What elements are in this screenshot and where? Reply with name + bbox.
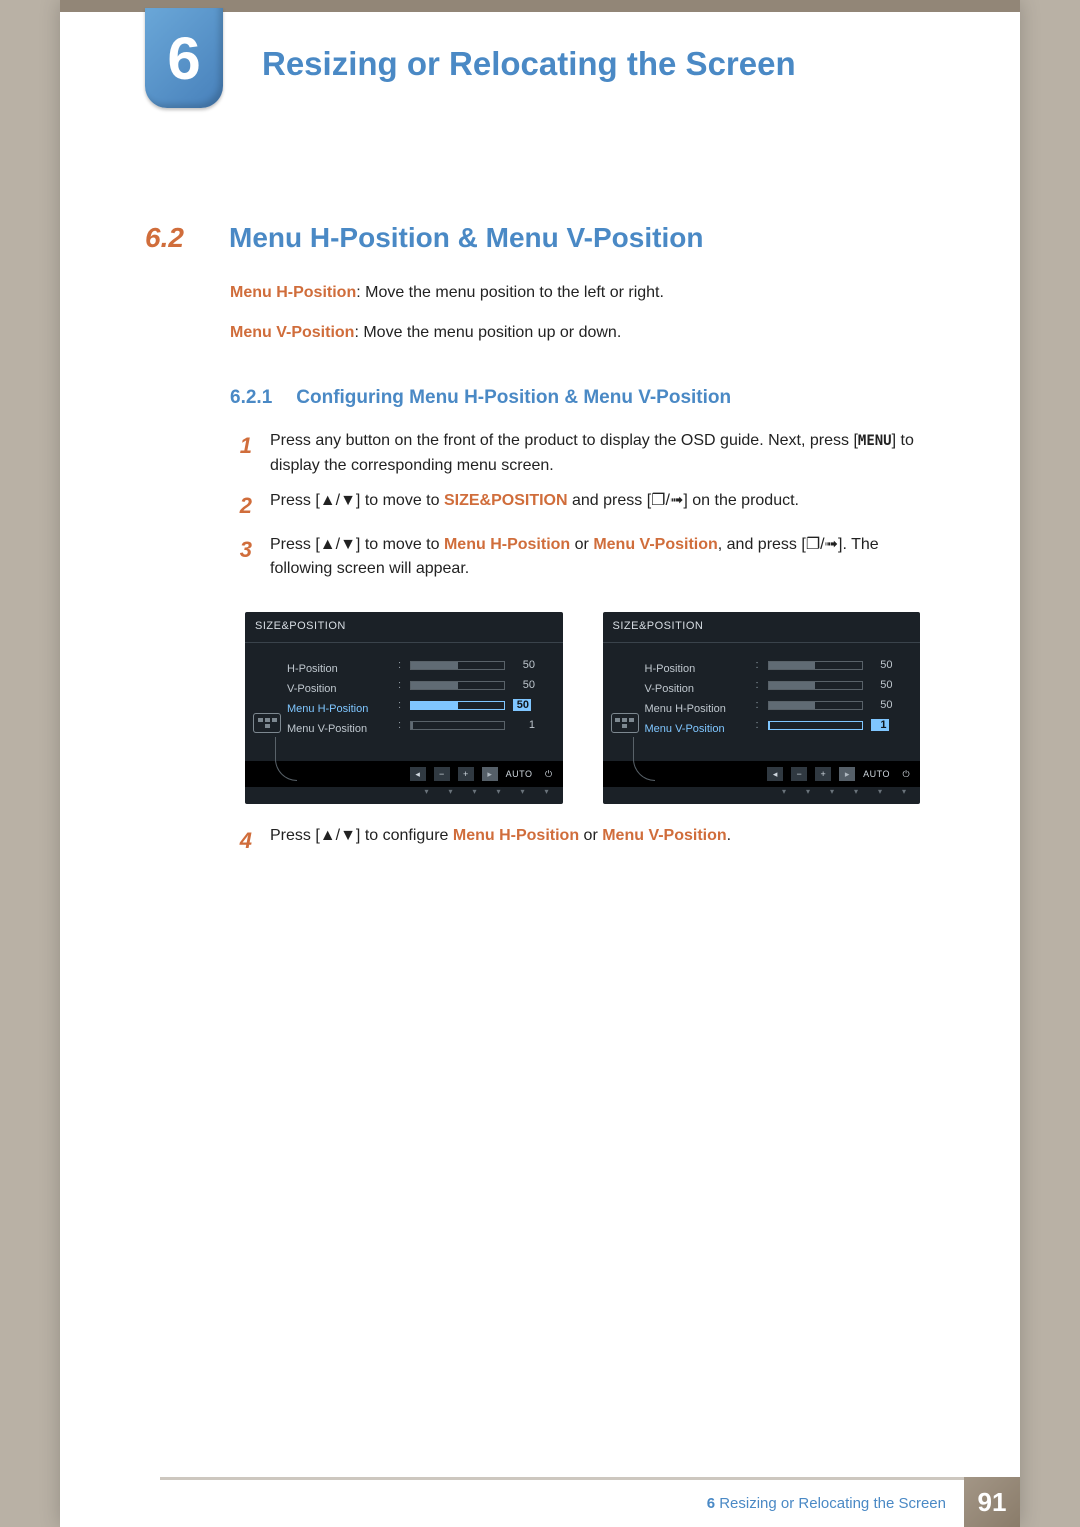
subsection-number: 6.2.1 [230,387,272,409]
step-4: 4 Press [▲/▼] to configure Menu H-Positi… [230,824,920,858]
size-position-icon [611,713,639,733]
osd-ticks: ▾▾▾▾▾▾ [603,787,921,800]
chapter-header: 6 Resizing or Relocating the Screen [60,12,1020,122]
step-3: 3 Press [▲/▼] to move to Menu H-Position… [230,533,920,583]
enter-icon: ❐/➟ [806,536,838,553]
section: 6.2 Menu H-Position & Menu V-Position Me… [60,122,1020,858]
back-icon: ◂ [410,767,426,781]
step-number: 2 [230,489,252,523]
description-hpos: Menu H-Position: Move the menu position … [230,284,920,302]
step-text: Press [▲/▼] to move to Menu H-Position o… [270,533,920,583]
step-number: 3 [230,533,252,583]
step-number: 1 [230,429,252,479]
enter-icon: ❐/➟ [651,492,683,509]
subsection-heading: 6.2.1 Configuring Menu H-Position & Menu… [230,387,920,409]
plus-icon: + [815,767,831,781]
menu-hpos-hl: Menu H-Position [444,536,570,553]
page-number: 91 [964,1477,1020,1527]
chapter-number-badge: 6 [145,8,223,108]
step-text: Press [▲/▼] to configure Menu H-Position… [270,824,920,858]
back-icon: ◂ [767,767,783,781]
step-text: Press any button on the front of the pro… [270,429,920,479]
step-2: 2 Press [▲/▼] to move to SIZE&POSITION a… [230,489,920,523]
osd-row-hpos: H-Position [287,659,392,679]
osd-row-menu-hpos: Menu H-Position [287,699,392,719]
osd-row-menu-vpos: Menu V-Position [287,719,392,739]
menu-key: MENU [858,433,892,449]
menu-hpos-hl: Menu H-Position [453,827,579,844]
page: 6 Resizing or Relocating the Screen 6.2 … [60,0,1020,1527]
minus-icon: − [434,767,450,781]
menu-vpos-hl: Menu V-Position [602,827,726,844]
page-footer: 6 Resizing or Relocating the Screen 91 [160,1477,1020,1527]
plus-icon: + [458,767,474,781]
osd-row-menu-vpos: Menu V-Position [645,719,750,739]
osd-title: SIZE&POSITION [603,612,921,643]
osd-title: SIZE&POSITION [245,612,563,643]
chapter-title: Resizing or Relocating the Screen [262,45,796,83]
section-title: Menu H-Position & Menu V-Position [229,222,703,254]
subsection-title: Configuring Menu H-Position & Menu V-Pos… [296,387,731,409]
menu-vpos-hl: Menu V-Position [593,536,717,553]
play-icon: ▸ [482,767,498,781]
size-position-hl: SIZE&POSITION [444,492,568,509]
auto-label: AUTO [506,769,533,779]
step-number: 4 [230,824,252,858]
osd-left: SIZE&POSITION H-Position V-Position Menu… [245,612,563,804]
vpos-label: Menu V-Position [230,324,354,341]
step-1: 1 Press any button on the front of the p… [230,429,920,479]
power-icon: ⏻ [541,767,557,781]
hpos-label: Menu H-Position [230,284,356,301]
step-text: Press [▲/▼] to move to SIZE&POSITION and… [270,489,920,523]
up-down-icon: ▲/▼ [320,536,356,553]
hpos-text: : Move the menu position to the left or … [356,284,664,301]
section-number: 6.2 [145,222,197,254]
size-position-icon [253,713,281,733]
osd-row-vpos: V-Position [645,679,750,699]
footer-label: 6 Resizing or Relocating the Screen [160,1477,964,1527]
section-heading: 6.2 Menu H-Position & Menu V-Position [145,222,920,254]
osd-row-menu-hpos: Menu H-Position [645,699,750,719]
osd-screenshots: SIZE&POSITION H-Position V-Position Menu… [245,612,920,804]
step-list-continued: 4 Press [▲/▼] to configure Menu H-Positi… [230,824,920,858]
vpos-text: : Move the menu position up or down. [354,324,621,341]
auto-label: AUTO [863,769,890,779]
power-icon: ⏻ [898,767,914,781]
minus-icon: − [791,767,807,781]
play-icon: ▸ [839,767,855,781]
osd-right: SIZE&POSITION H-Position V-Position Menu… [603,612,921,804]
up-down-icon: ▲/▼ [320,492,356,509]
osd-row-vpos: V-Position [287,679,392,699]
description-vpos: Menu V-Position: Move the menu position … [230,324,920,342]
osd-ticks: ▾▾▾▾▾▾ [245,787,563,800]
up-down-icon: ▲/▼ [320,827,356,844]
osd-row-hpos: H-Position [645,659,750,679]
step-list: 1 Press any button on the front of the p… [230,429,920,582]
